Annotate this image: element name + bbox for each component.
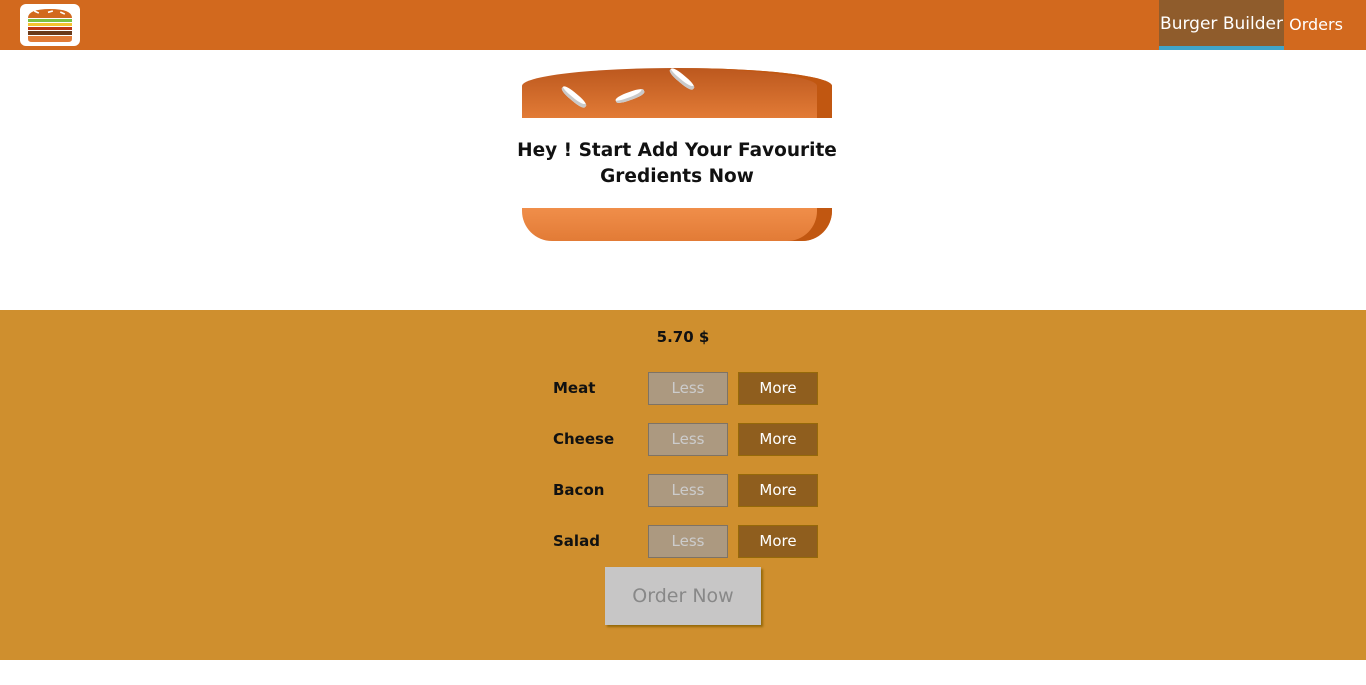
bread-top <box>522 68 832 118</box>
bread-bottom <box>522 208 832 241</box>
ingredient-label: Cheese <box>553 430 615 448</box>
less-meat-button[interactable]: Less <box>648 372 728 405</box>
control-row-meat: Meat Less More <box>553 372 818 405</box>
burger-preview: Hey ! Start Add Your Favourite Gredients… <box>0 50 1366 310</box>
empty-burger-message: Hey ! Start Add Your Favourite Gredients… <box>517 140 837 187</box>
control-row-salad: Salad Less More <box>553 525 818 558</box>
price-display: 5.70 $ <box>656 328 710 346</box>
less-bacon-button[interactable]: Less <box>648 474 728 507</box>
nav-burger-builder[interactable]: Burger Builder <box>1159 0 1284 50</box>
nav-orders[interactable]: Orders <box>1284 0 1348 50</box>
toolbar: Burger Builder Orders <box>0 0 1366 50</box>
more-cheese-button[interactable]: More <box>738 423 818 456</box>
more-bacon-button[interactable]: More <box>738 474 818 507</box>
more-meat-button[interactable]: More <box>738 372 818 405</box>
control-row-cheese: Cheese Less More <box>553 423 818 456</box>
less-cheese-button[interactable]: Less <box>648 423 728 456</box>
ingredient-label: Salad <box>553 532 600 550</box>
ingredient-label: Bacon <box>553 481 605 499</box>
ingredient-label: Meat <box>553 379 596 397</box>
control-row-bacon: Bacon Less More <box>553 474 818 507</box>
burger-logo-icon[interactable] <box>20 4 80 46</box>
seed <box>667 68 697 92</box>
order-now-button[interactable]: Order Now <box>605 567 761 625</box>
less-salad-button[interactable]: Less <box>648 525 728 558</box>
seed <box>614 87 646 105</box>
build-controls: 5.70 $ Meat Less More Cheese Less More B… <box>0 310 1366 660</box>
more-salad-button[interactable]: More <box>738 525 818 558</box>
seed <box>559 84 589 110</box>
